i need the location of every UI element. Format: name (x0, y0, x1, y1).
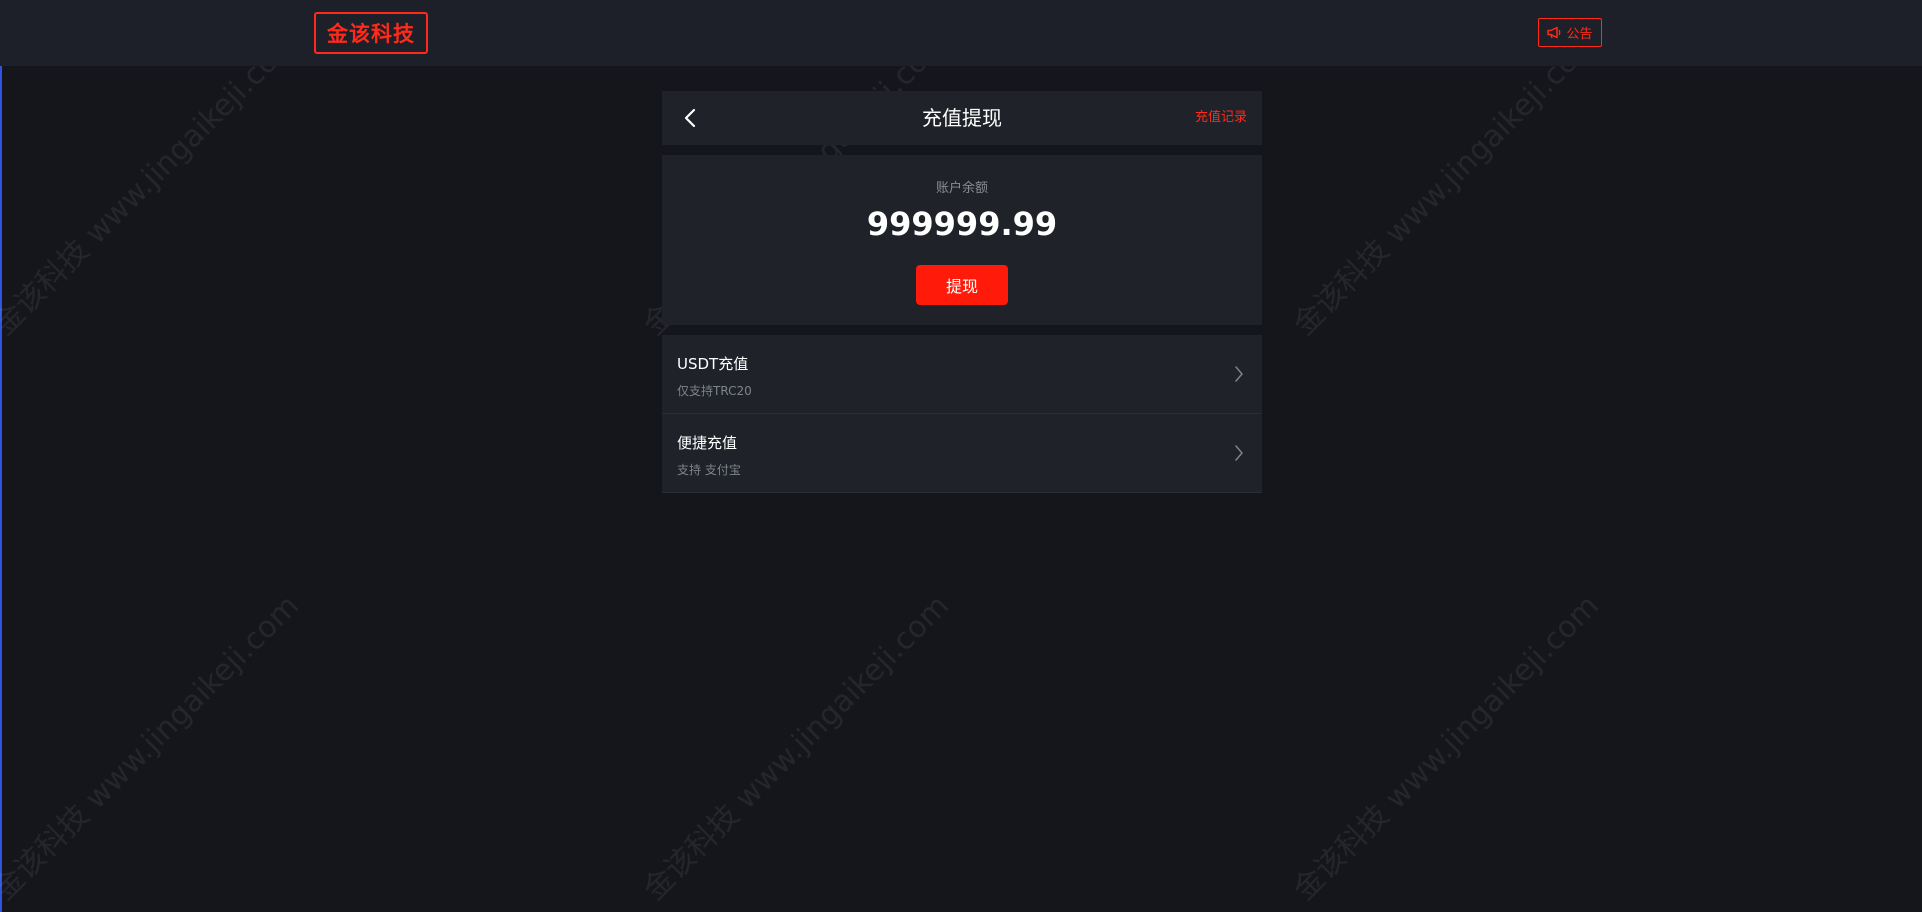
notice-button[interactable]: 公告 (1538, 18, 1602, 47)
top-bar: 金该科技 公告 (0, 0, 1922, 66)
page-header: 充值提现 充值记录 (662, 91, 1262, 145)
balance-value: 999999.99 (866, 205, 1058, 243)
chevron-right-icon (1235, 366, 1243, 382)
list-item-subtitle: 仅支持TRC20 (677, 384, 752, 398)
chevron-right-icon (1235, 445, 1243, 461)
notice-label: 公告 (1566, 27, 1593, 42)
megaphone-icon (1547, 26, 1561, 39)
list-item-title: 便捷充值 (677, 434, 738, 452)
brand-logo[interactable]: 金该科技 (314, 12, 428, 54)
watermark: 金该科技 www.jingaikeji.com (636, 588, 956, 908)
page-title: 充值提现 (922, 106, 1002, 130)
watermark: 金该科技 www.jingaikeji.com (0, 588, 306, 908)
balance-label: 账户余额 (935, 181, 988, 196)
balance-card: 账户余额 999999.99 提现 (662, 155, 1262, 325)
recharge-method-list: USDT充值 仅支持TRC20 便捷充值 支持 支付宝 (662, 335, 1262, 493)
list-item-subtitle: 支持 支付宝 (677, 463, 741, 477)
recharge-record-link[interactable]: 充值记录 (1195, 91, 1247, 145)
withdraw-button[interactable]: 提现 (916, 265, 1008, 305)
left-edge-accent (0, 0, 2, 912)
list-item-quick-recharge[interactable]: 便捷充值 支持 支付宝 (662, 414, 1262, 493)
list-item-usdt-recharge[interactable]: USDT充值 仅支持TRC20 (662, 335, 1262, 414)
list-item-title: USDT充值 (677, 355, 749, 373)
watermark: 金该科技 www.jingaikeji.com (1286, 588, 1606, 908)
